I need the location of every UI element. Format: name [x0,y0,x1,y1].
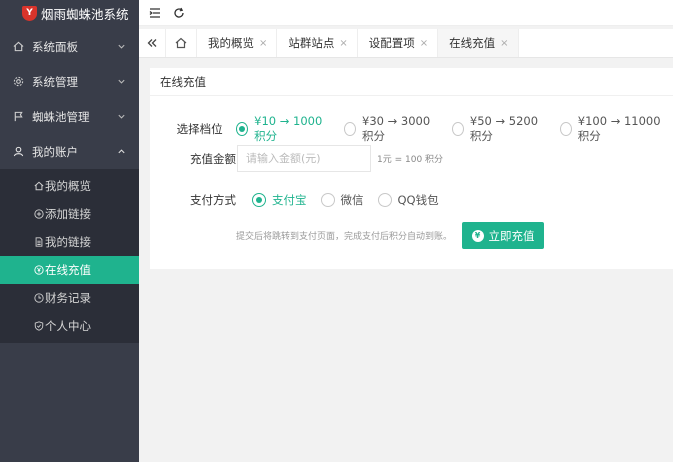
tab-recharge[interactable]: 在线充值 × [438,29,519,57]
menu-toggle-icon[interactable] [147,5,163,21]
sidebar-item-spider-pool[interactable]: 蜘蛛池管理 [0,99,139,134]
tab-label: 设配置项 [368,36,415,50]
sidebar-item-add-link[interactable]: 添加链接 [0,200,139,228]
sidebar-item-overview[interactable]: 我的概览 [0,172,139,200]
tab-settings[interactable]: 设配置项 × [358,29,439,57]
yen-icon: ¥ [471,229,484,242]
logo-mark: Y [22,5,37,21]
account-submenu: 我的概览 添加链接 我的链接 在线充值 财务记录 个人中心 [0,169,139,343]
tier-option-100[interactable]: ¥100 → 11000积分 [559,114,666,144]
amount-hint: 1元 = 100 积分 [377,155,444,165]
user-icon [12,146,24,158]
home-icon [33,181,44,192]
sidebar-item-label: 蜘蛛池管理 [32,109,90,124]
chevron-down-icon [115,41,127,53]
tier-row: 选择档位 ¥10 → 1000积分 ¥30 → 3000积分 ¥50 → 520… [150,114,673,144]
clock-icon [33,293,44,304]
sidebar-item-label: 我的概览 [45,179,91,193]
sidebar-item-my-links[interactable]: 我的链接 [0,228,139,256]
method-option-wechat[interactable]: 微信 [320,192,364,208]
home-icon [12,41,24,53]
tier-option-50[interactable]: ¥50 → 5200积分 [451,114,546,144]
chevron-down-icon [115,76,127,88]
gear-icon [12,76,24,88]
amount-label: 充值金额 [190,151,236,166]
tab-label: 站群站点 [288,36,335,50]
radio-icon [451,122,464,136]
top-header [139,0,673,26]
chevron-down-icon [115,111,127,123]
refresh-icon[interactable] [171,5,187,21]
submit-note: 提交后将跳转到支付页面，完成支付后积分自动到账。 [236,232,453,242]
sidebar-item-finance[interactable]: 财务记录 [0,284,139,312]
sidebar-item-label: 系统面板 [32,39,78,54]
logo[interactable]: Y 烟雨蜘蛛池系统 [0,0,139,26]
sidebar-item-label: 个人中心 [45,319,91,333]
close-icon[interactable]: × [500,38,508,49]
tier-option-10[interactable]: ¥10 → 1000积分 [236,114,330,144]
tab-home-icon[interactable] [166,29,197,57]
sidebar-item-label: 我的账户 [32,144,78,159]
shield-check-icon [33,321,44,332]
app-title: 烟雨蜘蛛池系统 [41,6,129,22]
recharge-submit-button[interactable]: ¥ 立即充值 [462,222,545,249]
sidebar: Y 烟雨蜘蛛池系统 系统面板 系统管理 蜘蛛池管理 我的账户 我的概览 添加链接… [0,0,139,462]
radio-icon [252,193,266,207]
tabs-scroll-left-icon[interactable] [139,29,166,57]
method-row: 支付方式 支付宝 微信 QQ钱包 [150,192,453,208]
tab-overview[interactable]: 我的概览 × [197,29,278,57]
yen-circle-icon [33,265,44,276]
flag-icon [12,111,24,123]
close-icon[interactable]: × [420,38,428,49]
method-option-alipay[interactable]: 支付宝 [252,192,307,208]
amount-input[interactable] [237,145,371,172]
sidebar-item-account[interactable]: 我的账户 [0,134,139,169]
radio-icon [377,193,392,207]
radio-icon [344,122,356,136]
tab-label: 我的概览 [208,36,254,50]
chevron-up-icon [115,146,127,158]
tier-label: 选择档位 [176,122,223,136]
sidebar-item-label: 添加链接 [45,207,91,221]
sidebar-item-dashboard[interactable]: 系统面板 [0,29,139,64]
file-icon [33,237,44,248]
sidebar-item-label: 财务记录 [45,291,91,305]
close-icon[interactable]: × [339,38,347,49]
recharge-card: 在线充值 选择档位 ¥10 → 1000积分 ¥30 → 3000积分 ¥50 … [150,68,673,269]
sidebar-item-profile[interactable]: 个人中心 [0,312,139,340]
method-option-qqwallet[interactable]: QQ钱包 [377,192,439,208]
amount-row: 充值金额 1元 = 100 积分 [150,145,443,172]
sidebar-item-label: 系统管理 [32,74,78,89]
close-icon[interactable]: × [259,38,267,49]
card-title: 在线充值 [150,68,673,96]
radio-icon [236,122,249,136]
plus-circle-icon [33,209,44,220]
tier-option-30[interactable]: ¥30 → 3000积分 [344,114,438,144]
sidebar-item-label: 我的链接 [45,235,91,249]
submit-row: 提交后将跳转到支付页面，完成支付后积分自动到账。 ¥ 立即充值 [236,222,545,249]
sidebar-item-system[interactable]: 系统管理 [0,64,139,99]
tab-bar: 我的概览 × 站群站点 × 设配置项 × 在线充值 × [139,29,673,58]
method-label: 支付方式 [190,193,236,207]
tab-label: 在线充值 [449,36,496,50]
sidebar-item-label: 在线充值 [45,263,91,277]
submit-label: 立即充值 [488,228,535,243]
tab-sites[interactable]: 站群站点 × [277,29,358,57]
sidebar-item-recharge[interactable]: 在线充值 [0,256,139,284]
radio-icon [320,193,335,207]
radio-icon [559,122,572,136]
